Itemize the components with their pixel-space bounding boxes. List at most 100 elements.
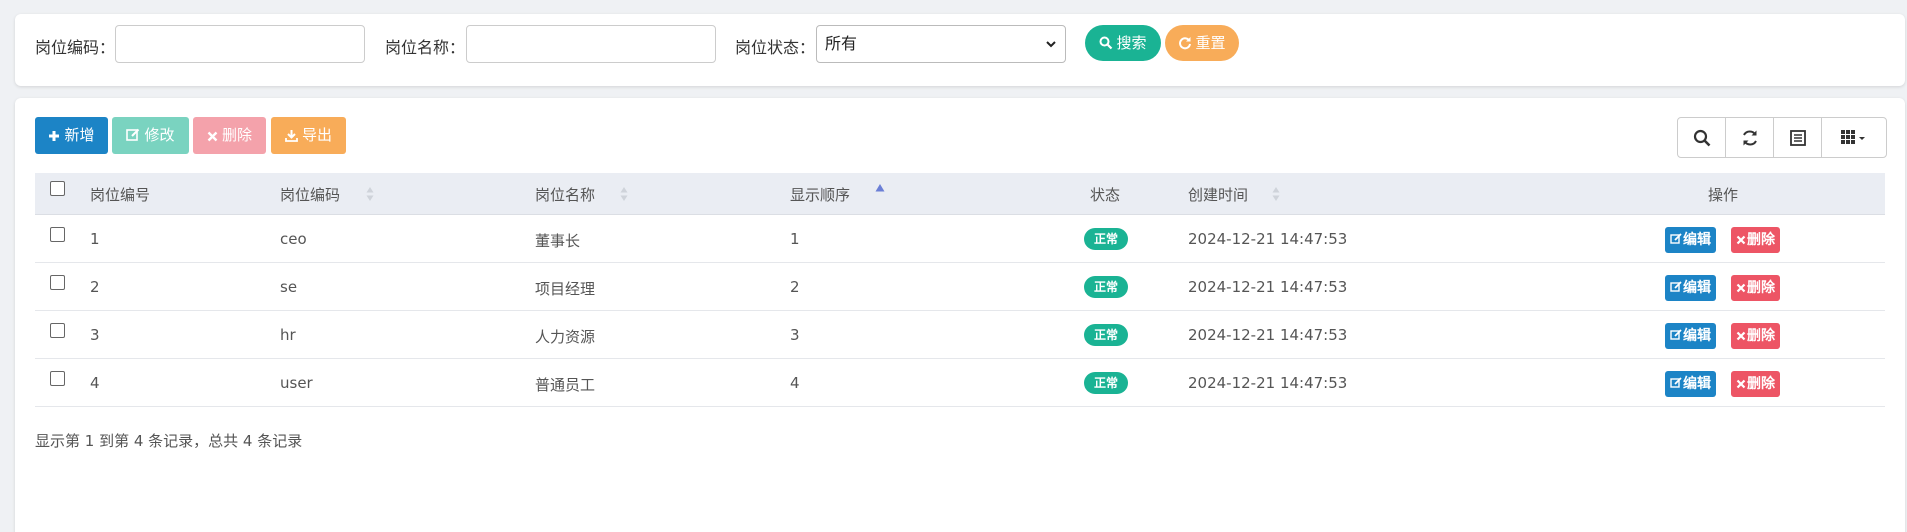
search-icon — [1693, 129, 1710, 146]
row-delete-button[interactable]: 删除 — [1731, 275, 1780, 301]
cell-created: 2024-12-21 14:47:53 — [1188, 230, 1348, 248]
status-badge: 正常 — [1084, 228, 1128, 250]
cell-created: 2024-12-21 14:47:53 — [1188, 326, 1348, 344]
delete-button[interactable]: 删除 — [193, 117, 266, 154]
select-all-checkbox[interactable] — [50, 181, 65, 196]
row-checkbox[interactable] — [50, 371, 65, 386]
list-view-icon — [1789, 129, 1806, 146]
close-icon — [1736, 283, 1746, 293]
post-code-label: 岗位编码： — [35, 38, 116, 57]
add-button[interactable]: 新增 — [35, 117, 108, 154]
grid-icon — [1841, 129, 1865, 144]
cell-name: 项目经理 — [535, 280, 596, 298]
sort-icon — [620, 187, 628, 201]
edit-icon — [1670, 281, 1682, 292]
cell-code: user — [280, 374, 313, 392]
row-checkbox[interactable] — [50, 227, 65, 242]
close-icon — [1736, 331, 1746, 341]
columns-dropdown-button[interactable] — [1822, 118, 1886, 157]
row-delete-label: 删除 — [1747, 232, 1775, 248]
plus-icon — [49, 131, 60, 141]
row-delete-label: 删除 — [1747, 376, 1775, 392]
row-edit-button[interactable]: 编辑 — [1665, 323, 1716, 349]
row-delete-label: 删除 — [1747, 280, 1775, 296]
row-delete-label: 删除 — [1747, 328, 1775, 344]
post-status-select[interactable]: 所有 — [816, 25, 1066, 63]
row-delete-button[interactable]: 删除 — [1731, 227, 1780, 253]
post-status-label: 岗位状态： — [735, 38, 816, 57]
column-header-order[interactable]: 显示顺序 — [790, 184, 850, 205]
reset-button-label: 重置 — [1195, 34, 1226, 52]
add-button-label: 新增 — [64, 126, 95, 144]
row-checkbox[interactable] — [50, 323, 65, 338]
cell-id: 3 — [90, 326, 100, 344]
column-header-status[interactable]: 状态 — [1090, 184, 1120, 205]
cell-order: 1 — [790, 230, 800, 248]
post-status-selected-value: 所有 — [825, 34, 858, 53]
cell-code: hr — [280, 326, 296, 344]
post-name-input[interactable] — [466, 25, 716, 63]
table-toolbar-right — [1677, 117, 1887, 158]
cell-order: 2 — [790, 278, 800, 296]
export-button[interactable]: 导出 — [271, 117, 346, 154]
status-badge: 正常 — [1084, 372, 1128, 394]
sort-icon — [366, 187, 374, 201]
edit-icon — [1670, 377, 1682, 388]
row-edit-label: 编辑 — [1683, 280, 1711, 296]
edit-icon — [1670, 329, 1682, 340]
table-row: 2 se 项目经理 2 正常 2024-12-21 14:47:53 编辑 删除 — [35, 263, 1885, 311]
row-edit-button[interactable]: 编辑 — [1665, 275, 1716, 301]
cell-code: ceo — [280, 230, 307, 248]
cell-id: 4 — [90, 374, 100, 392]
status-badge: 正常 — [1084, 276, 1128, 298]
edit-button-label: 修改 — [144, 126, 175, 144]
column-header-name[interactable]: 岗位名称 — [535, 184, 595, 205]
row-edit-label: 编辑 — [1683, 232, 1711, 248]
search-icon — [1099, 36, 1113, 50]
post-code-input[interactable] — [115, 25, 365, 63]
export-button-label: 导出 — [301, 126, 332, 144]
row-edit-button[interactable]: 编辑 — [1665, 227, 1716, 253]
column-header-code[interactable]: 岗位编码 — [280, 184, 340, 205]
post-name-label: 岗位名称： — [385, 38, 466, 57]
search-button-label: 搜索 — [1116, 34, 1147, 52]
row-edit-label: 编辑 — [1683, 328, 1711, 344]
sort-ascending-icon — [875, 184, 885, 192]
column-header-created[interactable]: 创建时间 — [1188, 184, 1248, 205]
row-edit-button[interactable]: 编辑 — [1665, 371, 1716, 397]
search-button[interactable]: 搜索 — [1085, 25, 1161, 61]
cell-created: 2024-12-21 14:47:53 — [1188, 374, 1348, 392]
edit-button[interactable]: 修改 — [112, 117, 189, 154]
cell-created: 2024-12-21 14:47:53 — [1188, 278, 1348, 296]
table-view-toggle-button[interactable] — [1774, 118, 1822, 157]
column-header-id[interactable]: 岗位编号 — [90, 184, 150, 205]
download-icon — [285, 130, 298, 142]
row-delete-button[interactable]: 删除 — [1731, 371, 1780, 397]
cell-order: 4 — [790, 374, 800, 392]
sort-icon — [1272, 187, 1280, 201]
table-refresh-button[interactable] — [1726, 118, 1774, 157]
table-row: 1 ceo 董事长 1 正常 2024-12-21 14:47:53 编辑 删除 — [35, 215, 1885, 263]
row-edit-label: 编辑 — [1683, 376, 1711, 392]
close-icon — [207, 131, 218, 142]
close-icon — [1736, 379, 1746, 389]
close-icon — [1736, 235, 1746, 245]
edit-icon — [126, 128, 140, 141]
cell-id: 2 — [90, 278, 100, 296]
table-row: 3 hr 人力资源 3 正常 2024-12-21 14:47:53 编辑 删除 — [35, 311, 1885, 359]
table-row: 4 user 普通员工 4 正常 2024-12-21 14:47:53 编辑 … — [35, 359, 1885, 407]
cell-code: se — [280, 278, 298, 296]
table-header: 岗位编号 岗位编码 岗位名称 显示顺序 状态 创建时间 操作 — [35, 173, 1885, 215]
refresh-icon — [1742, 130, 1757, 145]
cell-id: 1 — [90, 230, 100, 248]
row-checkbox[interactable] — [50, 275, 65, 290]
cell-order: 3 — [790, 326, 800, 344]
chevron-down-icon — [1046, 41, 1056, 48]
cell-name: 人力资源 — [535, 328, 596, 346]
pagination-summary: 显示第 1 到第 4 条记录，总共 4 条记录 — [35, 432, 303, 450]
edit-icon — [1670, 233, 1682, 244]
status-badge: 正常 — [1084, 324, 1128, 346]
reset-button[interactable]: 重置 — [1165, 25, 1239, 61]
row-delete-button[interactable]: 删除 — [1731, 323, 1780, 349]
table-search-button[interactable] — [1678, 118, 1726, 157]
